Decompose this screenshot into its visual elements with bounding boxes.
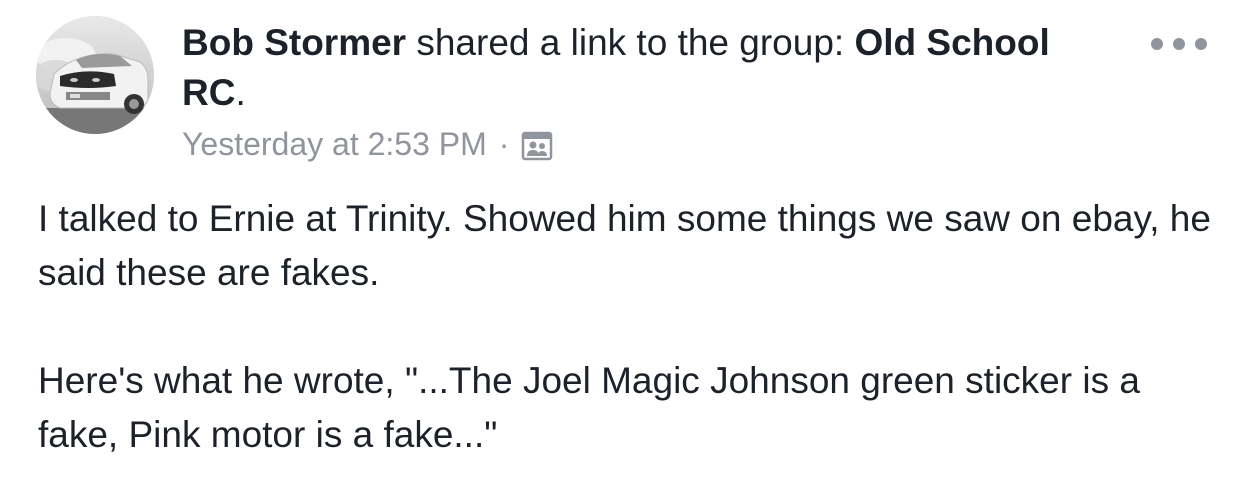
post-paragraph: I talked to Ernie at Trinity. Showed him… bbox=[38, 198, 1211, 293]
post-header: Bob Stormer shared a link to the group: … bbox=[182, 18, 1082, 118]
more-dot bbox=[1151, 38, 1163, 50]
share-action-text: shared a link to the group: bbox=[416, 22, 845, 63]
post-body: I talked to Ernie at Trinity. Showed him… bbox=[38, 192, 1218, 462]
header-period: . bbox=[235, 72, 246, 113]
group-members-icon[interactable] bbox=[521, 130, 553, 162]
more-dot bbox=[1195, 38, 1207, 50]
post-paragraph: Here's what he wrote, "...The Joel Magic… bbox=[38, 360, 1140, 455]
meta-separator: · bbox=[498, 125, 510, 162]
avatar-image bbox=[36, 16, 154, 134]
more-dot bbox=[1173, 38, 1185, 50]
author-name[interactable]: Bob Stormer bbox=[182, 22, 406, 63]
post-timestamp[interactable]: Yesterday at 2:53 PM bbox=[182, 126, 487, 163]
more-options-icon[interactable] bbox=[1151, 30, 1207, 58]
post-meta: Yesterday at 2:53 PM · bbox=[182, 122, 553, 166]
avatar[interactable] bbox=[36, 16, 154, 134]
